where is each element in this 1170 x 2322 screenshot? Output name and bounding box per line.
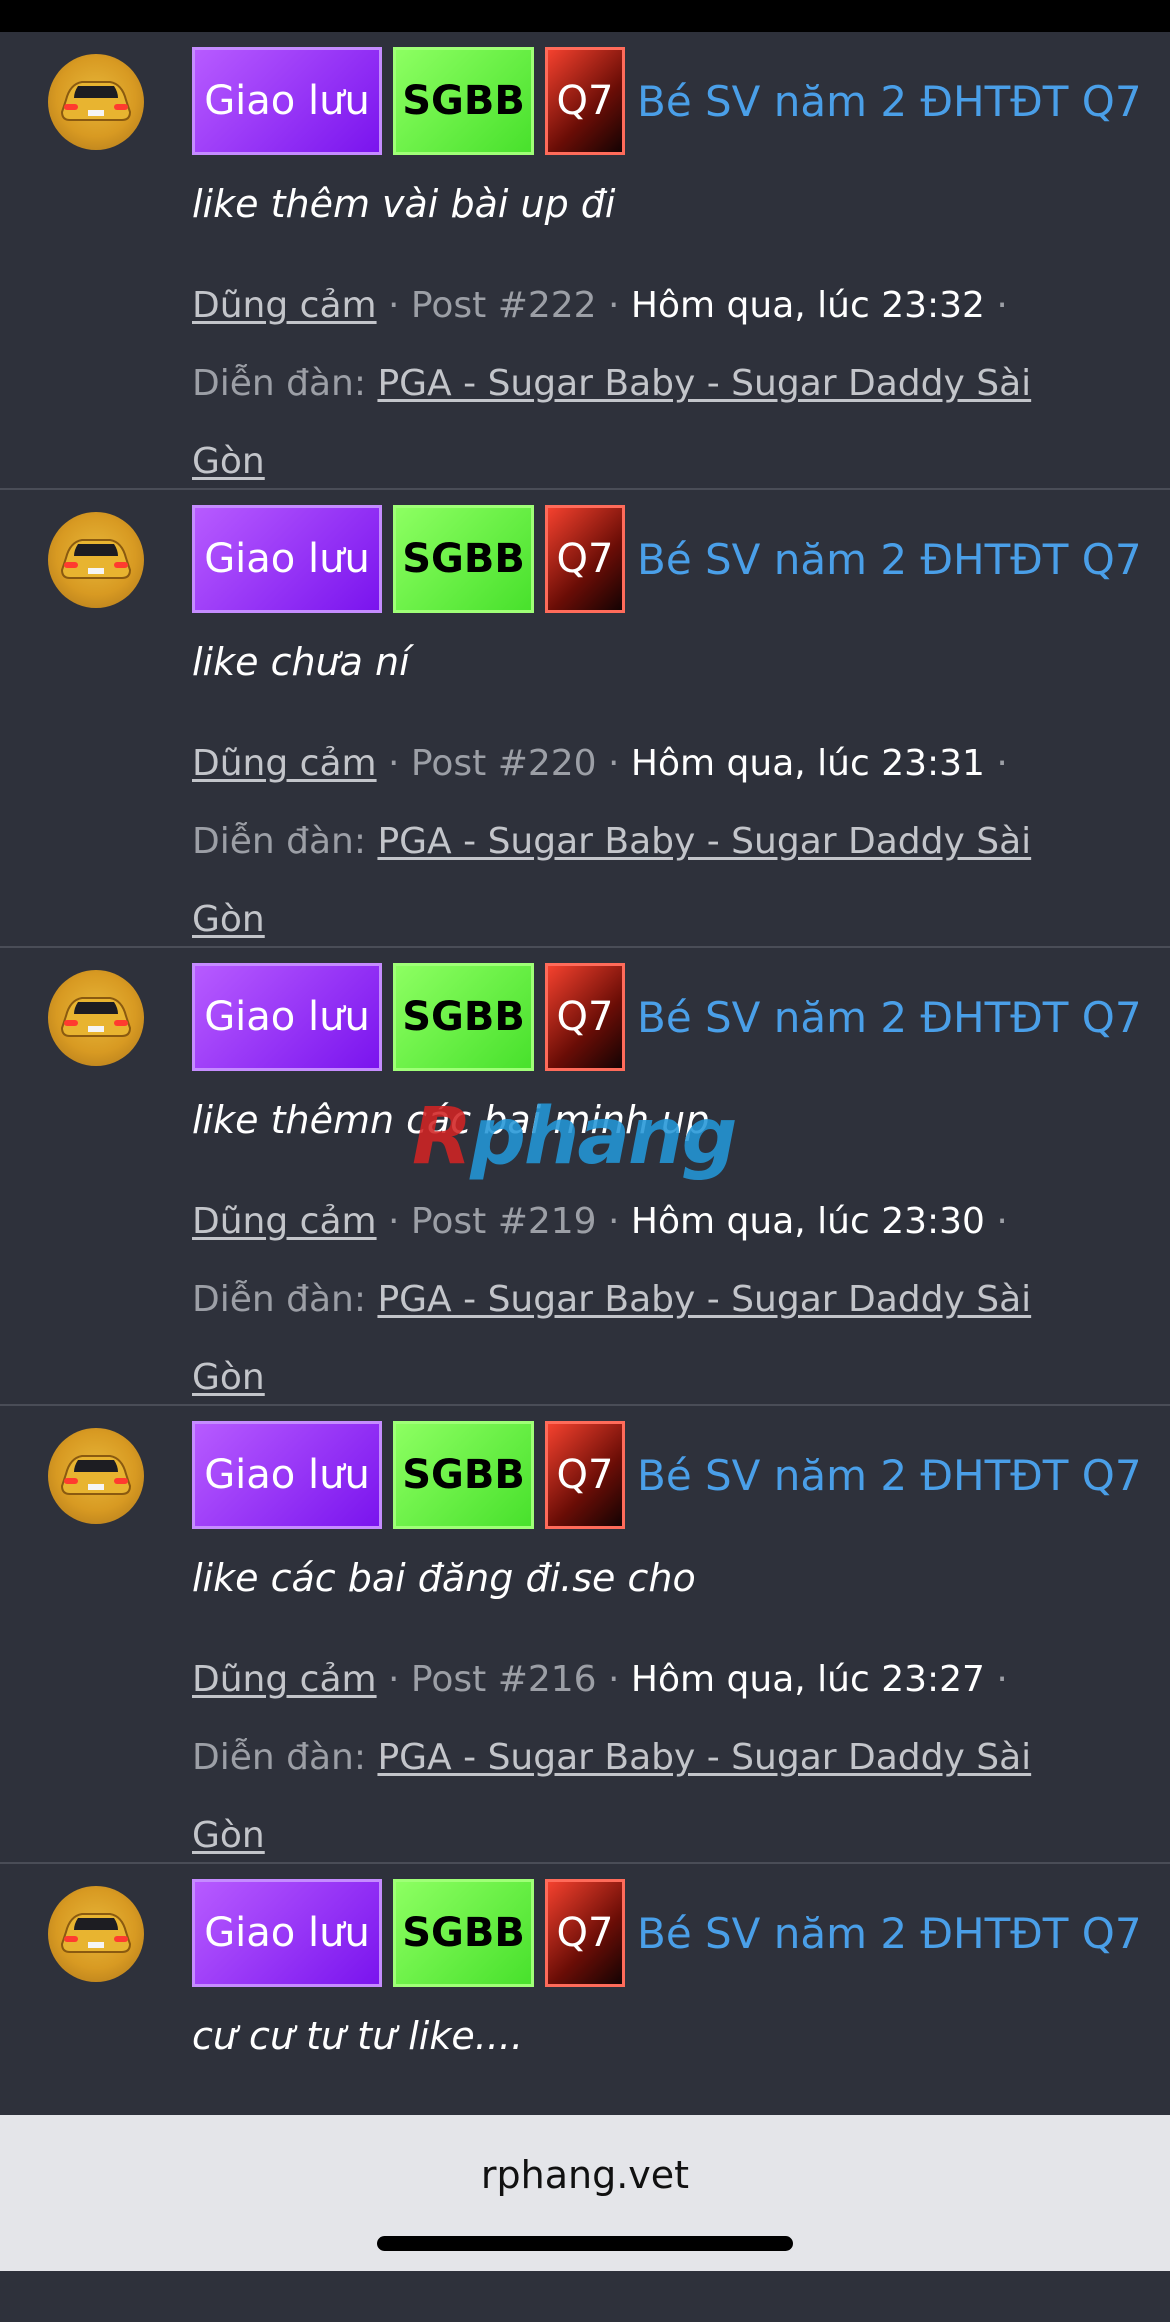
post-snippet: cư cư tư tư like.... [192, 2014, 524, 2058]
author-link[interactable]: Dũng cảm [192, 1659, 377, 1700]
avatar[interactable] [48, 1428, 144, 1524]
thread-title-link[interactable]: Bé SV năm 2 ĐHTĐT Q7 [637, 77, 1142, 126]
post-number: Post #220 [410, 743, 597, 784]
tag-q7[interactable]: Q7 [545, 505, 625, 613]
browser-address-bar[interactable]: rphang.vet [0, 2115, 1170, 2271]
car-avatar-icon [60, 1913, 132, 1953]
tag-q7[interactable]: Q7 [545, 1879, 625, 1987]
post-number: Post #219 [410, 1201, 597, 1242]
tag-sgbb[interactable]: SGBB [393, 1421, 534, 1529]
car-avatar-icon [60, 1455, 132, 1495]
car-avatar-icon [60, 539, 132, 579]
post-time: Hôm qua, lúc 23:32 [630, 285, 985, 326]
url-text[interactable]: rphang.vet [0, 2115, 1170, 2235]
tag-q7[interactable]: Q7 [545, 1421, 625, 1529]
tag-giao-luu[interactable]: Giao lưu [192, 505, 382, 613]
post-time: Hôm qua, lúc 23:27 [630, 1659, 985, 1700]
forum-label: Diễn đàn: [192, 1737, 366, 1778]
author-link[interactable]: Dũng cảm [192, 743, 377, 784]
author-link[interactable]: Dũng cảm [192, 285, 377, 326]
author-link[interactable]: Dũng cảm [192, 1201, 377, 1242]
tag-q7[interactable]: Q7 [545, 47, 625, 155]
post-meta: Dũng cảm · Post #220 · Hôm qua, lúc 23:3… [192, 743, 1032, 940]
forum-label: Diễn đàn: [192, 1279, 366, 1320]
home-indicator [377, 2236, 793, 2251]
tag-giao-luu[interactable]: Giao lưu [192, 1421, 382, 1529]
tag-giao-luu[interactable]: Giao lưu [192, 1879, 382, 1987]
forum-label: Diễn đàn: [192, 363, 366, 404]
tag-giao-luu[interactable]: Giao lưu [192, 963, 382, 1071]
post-meta: Dũng cảm · Post #219 · Hôm qua, lúc 23:3… [192, 1201, 1032, 1398]
thread-title-link[interactable]: Bé SV năm 2 ĐHTĐT Q7 [637, 993, 1142, 1042]
post-snippet: like chưa ní [192, 640, 410, 684]
search-results-list: Giao lưu SGBB Q7 Bé SV năm 2 ĐHTĐT Q7 li… [0, 32, 1170, 2322]
post-snippet: like các bai đăng đi.se cho [192, 1556, 696, 1600]
post-snippet: like thêm vài bài up đi [192, 182, 616, 226]
list-item[interactable]: Giao lưu SGBB Q7 Bé SV năm 2 ĐHTĐT Q7 li… [0, 1406, 1170, 1864]
tag-sgbb[interactable]: SGBB [393, 505, 534, 613]
post-time: Hôm qua, lúc 23:31 [630, 743, 985, 784]
avatar[interactable] [48, 54, 144, 150]
list-item[interactable]: Giao lưu SGBB Q7 Bé SV năm 2 ĐHTĐT Q7 li… [0, 32, 1170, 490]
list-item[interactable]: Giao lưu SGBB Q7 Bé SV năm 2 ĐHTĐT Q7 li… [0, 490, 1170, 948]
car-avatar-icon [60, 997, 132, 1037]
list-item[interactable]: Giao lưu SGBB Q7 Bé SV năm 2 ĐHTĐT Q7 li… [0, 948, 1170, 1406]
tag-giao-luu[interactable]: Giao lưu [192, 47, 382, 155]
forum-label: Diễn đàn: [192, 821, 366, 862]
car-avatar-icon [60, 81, 132, 121]
avatar[interactable] [48, 512, 144, 608]
avatar[interactable] [48, 1886, 144, 1982]
post-time: Hôm qua, lúc 23:30 [630, 1201, 985, 1242]
tag-q7[interactable]: Q7 [545, 963, 625, 1071]
post-meta: Dũng cảm · Post #216 · Hôm qua, lúc 23:2… [192, 1659, 1032, 1856]
post-snippet: like thêmn các bai minh up [192, 1098, 710, 1142]
tag-sgbb[interactable]: SGBB [393, 963, 534, 1071]
thread-title-link[interactable]: Bé SV năm 2 ĐHTĐT Q7 [637, 1909, 1142, 1958]
tag-sgbb[interactable]: SGBB [393, 47, 534, 155]
avatar[interactable] [48, 970, 144, 1066]
thread-title-link[interactable]: Bé SV năm 2 ĐHTĐT Q7 [637, 1451, 1142, 1500]
tag-sgbb[interactable]: SGBB [393, 1879, 534, 1987]
post-number: Post #222 [410, 285, 597, 326]
post-number: Post #216 [410, 1659, 597, 1700]
post-meta: Dũng cảm · Post #222 · Hôm qua, lúc 23:3… [192, 285, 1032, 482]
status-bar [0, 0, 1170, 32]
thread-title-link[interactable]: Bé SV năm 2 ĐHTĐT Q7 [637, 535, 1142, 584]
